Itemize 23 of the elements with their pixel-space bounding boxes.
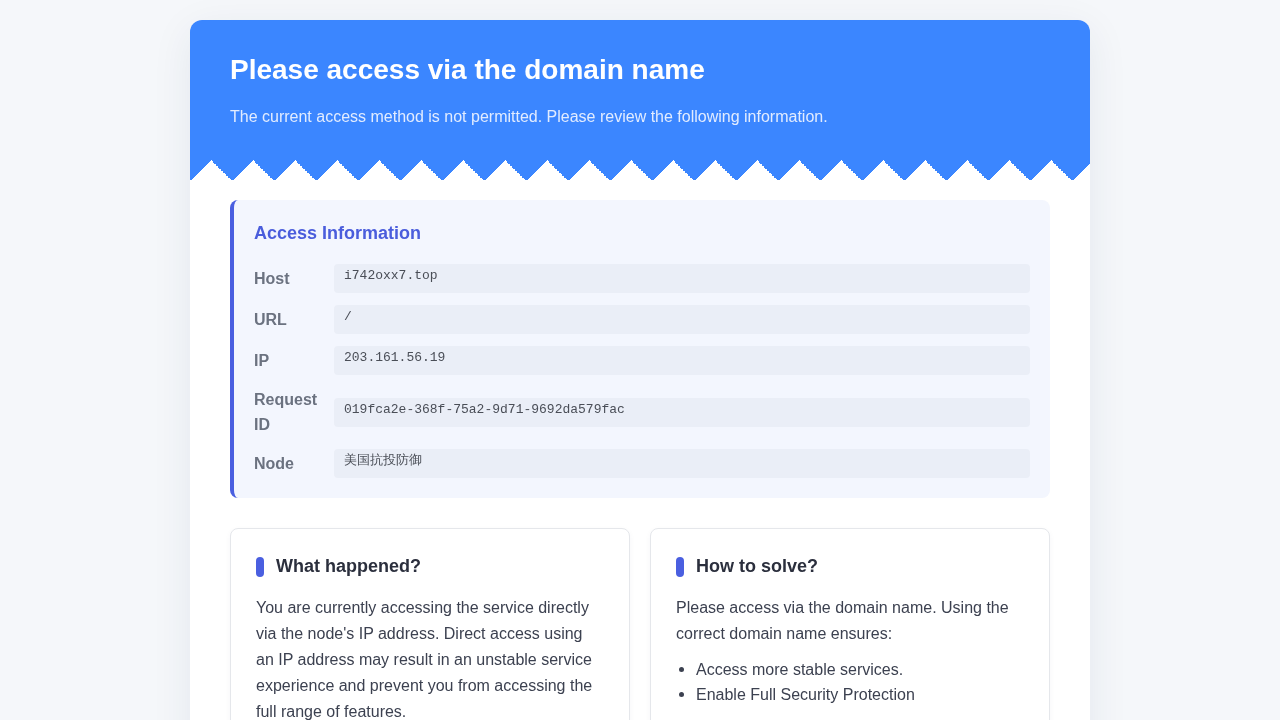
info-value: /: [334, 305, 1030, 334]
card-paragraph: Please access via the domain name. Using the correct domain name ensures:: [676, 598, 1010, 644]
list-item: Enable Full Security Protection: [696, 685, 915, 705]
bullet-icon: [679, 667, 684, 672]
title-marker-icon: [676, 556, 684, 577]
card-title: What happened?: [276, 555, 421, 578]
title-marker-icon: [256, 556, 264, 577]
info-label: Host: [254, 269, 291, 289]
access-info-title: Access Information: [254, 222, 423, 245]
page-title: Please access via the domain name: [230, 53, 706, 87]
info-label: URL: [254, 310, 288, 330]
info-value: 019fca2e-368f-75a2-9d71-9692da579fac: [334, 397, 1030, 427]
info-label: Request ID: [254, 390, 319, 435]
card-paragraph: You are currently accessing the service directly via the node's IP address. Direct access using an IP address may result in an unstable service experience and prevent you from accessing the full range of features.: [256, 598, 594, 720]
info-label: Node: [254, 454, 295, 474]
info-label: IP: [254, 351, 271, 371]
info-value: 美国抗投防御: [334, 449, 1030, 478]
card-title: How to solve?: [696, 555, 818, 578]
page-subtitle: The current access method is not permitted. Please review the following information.: [230, 107, 829, 127]
bullet-icon: [679, 692, 684, 697]
info-value: i742oxx7.top: [334, 264, 1030, 293]
list-item: Access more stable services.: [696, 660, 904, 680]
info-value: 203.161.56.19: [334, 346, 1030, 375]
